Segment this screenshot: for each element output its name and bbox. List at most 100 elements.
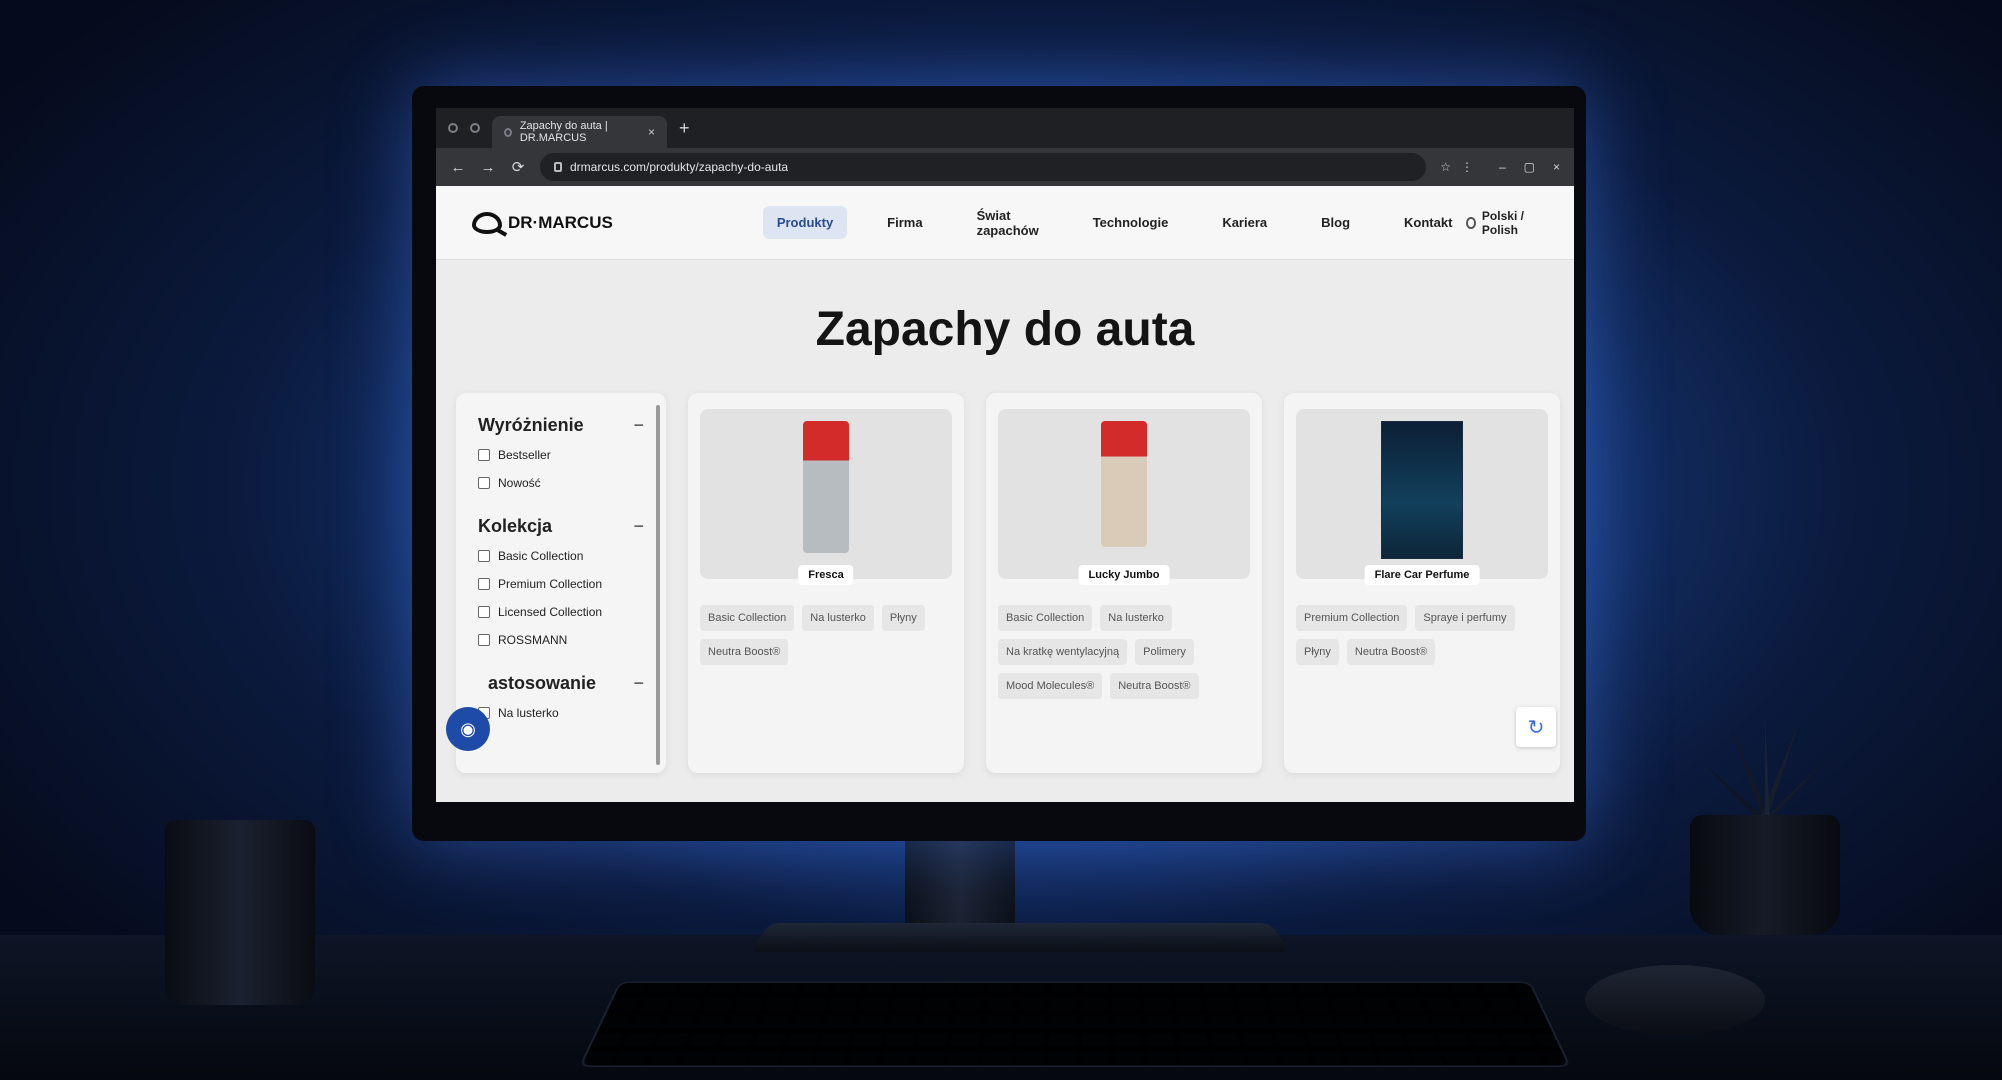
checkbox[interactable] <box>478 449 490 461</box>
collapse-icon[interactable]: − <box>633 516 644 537</box>
filter-option-bestseller[interactable]: Bestseller <box>478 448 644 462</box>
filter-option-label: Basic Collection <box>498 549 584 563</box>
filter-header[interactable]: Wyróżnienie − <box>478 415 644 436</box>
product-card[interactable]: Flare Car Perfume Premium Collection Spr… <box>1284 393 1560 773</box>
product-tag: Spraye i perfumy <box>1415 605 1515 631</box>
nav-item-swiat-zapachow[interactable]: Świat zapachów <box>963 199 1053 247</box>
favicon-icon <box>504 127 512 137</box>
new-tab-button[interactable]: + <box>679 118 690 139</box>
product-name[interactable]: Flare Car Perfume <box>1364 565 1480 585</box>
filter-option-licensed-collection[interactable]: Licensed Collection <box>478 605 644 619</box>
product-tag: Na kratkę wentylacyjną <box>998 639 1128 665</box>
recaptcha-badge[interactable]: ↻ <box>1516 707 1556 747</box>
globe-icon <box>1466 216 1476 229</box>
product-card[interactable]: Lucky Jumbo Basic Collection Na lusterko… <box>986 393 1262 773</box>
filter-title: Wyróżnienie <box>478 415 584 435</box>
forward-icon[interactable]: → <box>480 159 496 176</box>
toolbar-icons: ☆ ⋮ <box>1440 160 1473 174</box>
product-name[interactable]: Lucky Jumbo <box>1078 565 1170 585</box>
checkbox[interactable] <box>478 578 490 590</box>
pencil-cup <box>165 820 315 1005</box>
product-tag: Neutra Boost® <box>1110 673 1199 699</box>
product-tag: Na lusterko <box>802 605 874 631</box>
checkbox[interactable] <box>478 477 490 489</box>
logo-mark-icon <box>472 211 502 234</box>
back-icon[interactable]: ← <box>450 159 466 176</box>
minimize-icon[interactable]: – <box>1499 160 1506 174</box>
language-label: Polski / Polish <box>1481 208 1524 237</box>
filter-option-label: Premium Collection <box>498 577 603 591</box>
collapse-icon[interactable]: − <box>633 415 644 436</box>
product-image[interactable]: Fresca <box>700 409 952 585</box>
product-tag: Neutra Boost® <box>1346 639 1436 665</box>
menu-icon[interactable]: ⋮ <box>1461 160 1473 174</box>
filter-option-premium-collection[interactable]: Premium Collection <box>478 577 644 591</box>
product-tag: Polimery <box>1135 639 1194 665</box>
nav-item-technologie[interactable]: Technologie <box>1079 206 1183 239</box>
main-content: Wyróżnienie − Bestseller Nowość Kolekcja <box>446 393 1560 773</box>
air-freshener-image <box>803 421 849 553</box>
filter-group-wyroznienie: Wyróżnienie − Bestseller Nowość <box>478 415 644 490</box>
address-bar[interactable]: drmarcus.com/produkty/zapachy-do-auta <box>540 153 1427 181</box>
tab-close-icon[interactable]: × <box>648 125 655 139</box>
maximize-icon[interactable]: ▢ <box>1524 160 1535 174</box>
close-icon[interactable]: × <box>1553 160 1560 174</box>
site-logo[interactable]: DR·MARCUS <box>472 211 613 234</box>
filter-option-na-lusterko[interactable]: Na lusterko <box>478 706 644 720</box>
product-card[interactable]: Fresca Basic Collection Na lusterko Płyn… <box>688 393 964 773</box>
keyboard <box>578 981 1572 1068</box>
filter-option-basic-collection[interactable]: Basic Collection <box>478 549 644 563</box>
product-tag: Basic Collection <box>700 605 795 631</box>
product-image[interactable]: Flare Car Perfume <box>1296 409 1548 585</box>
filter-option-nowosc[interactable]: Nowość <box>478 476 644 490</box>
collapse-icon[interactable]: − <box>633 673 644 694</box>
product-image[interactable]: Lucky Jumbo <box>998 409 1250 585</box>
checkbox[interactable] <box>478 634 490 646</box>
logo-text: DR·MARCUS <box>508 212 613 232</box>
tab-title: Zapachy do auta | DR.MARCUS <box>519 120 608 144</box>
nav-item-firma[interactable]: Firma <box>873 206 936 239</box>
window-controls: – ▢ × <box>1499 160 1560 174</box>
mouse <box>1585 965 1765 1035</box>
filter-option-label: Na lusterko <box>498 706 559 720</box>
bookmark-star-icon[interactable]: ☆ <box>1440 160 1451 174</box>
lock-icon <box>554 162 562 172</box>
desk-scene: Zapachy do auta | DR.MARCUS × + ← → ⟳ dr… <box>0 0 2002 1080</box>
product-grid: Fresca Basic Collection Na lusterko Płyn… <box>688 393 1560 773</box>
product-tag: Premium Collection <box>1296 605 1408 631</box>
browser-toolbar: ← → ⟳ drmarcus.com/produkty/zapachy-do-a… <box>436 148 1574 186</box>
browser-tabbar: Zapachy do auta | DR.MARCUS × + <box>436 108 1574 148</box>
nav-item-produkty[interactable]: Produkty <box>762 206 848 239</box>
product-tag: Na lusterko <box>1100 605 1172 631</box>
filter-header[interactable]: astosowanie − <box>478 673 644 694</box>
product-tag: Płyny <box>1296 639 1339 665</box>
recaptcha-icon: ↻ <box>1527 716 1545 739</box>
monitor-stand-base <box>748 923 1292 952</box>
filter-option-label: Nowość <box>498 476 541 490</box>
product-tags: Basic Collection Na lusterko Na kratkę w… <box>998 605 1250 699</box>
language-switcher[interactable]: Polski / Polish <box>1466 209 1538 237</box>
filter-group-kolekcja: Kolekcja − Basic Collection Premium Coll… <box>478 516 644 647</box>
fingerprint-button[interactable]: ◉ <box>446 707 490 751</box>
monitor-screen: Zapachy do auta | DR.MARCUS × + ← → ⟳ dr… <box>436 108 1574 802</box>
filter-sidebar: Wyróżnienie − Bestseller Nowość Kolekcja <box>446 393 666 773</box>
site-header: DR·MARCUS Produkty Firma Świat zapachów … <box>436 186 1574 260</box>
checkbox[interactable] <box>478 550 490 562</box>
product-tag: Basic Collection <box>998 605 1093 631</box>
checkbox[interactable] <box>478 606 490 618</box>
filter-option-label: Bestseller <box>498 448 551 462</box>
page-title: Zapachy do auta <box>815 303 1195 356</box>
nav-item-kontakt[interactable]: Kontakt <box>1390 206 1466 239</box>
filter-option-rossmann[interactable]: ROSSMANN <box>478 633 644 647</box>
sidebar-scrollbar[interactable] <box>656 405 660 765</box>
nav-item-blog[interactable]: Blog <box>1307 206 1364 239</box>
product-tags: Premium Collection Spraye i perfumy Płyn… <box>1296 605 1548 665</box>
browser-tab[interactable]: Zapachy do auta | DR.MARCUS × <box>492 116 667 148</box>
reload-icon[interactable]: ⟳ <box>510 158 526 176</box>
product-tags: Basic Collection Na lusterko Płyny Neutr… <box>700 605 952 665</box>
plant-leaves-icon <box>1700 715 1830 825</box>
product-name[interactable]: Fresca <box>798 565 854 585</box>
filter-header[interactable]: Kolekcja − <box>478 516 644 537</box>
window-dot-icon <box>448 123 458 133</box>
nav-item-kariera[interactable]: Kariera <box>1208 206 1281 239</box>
